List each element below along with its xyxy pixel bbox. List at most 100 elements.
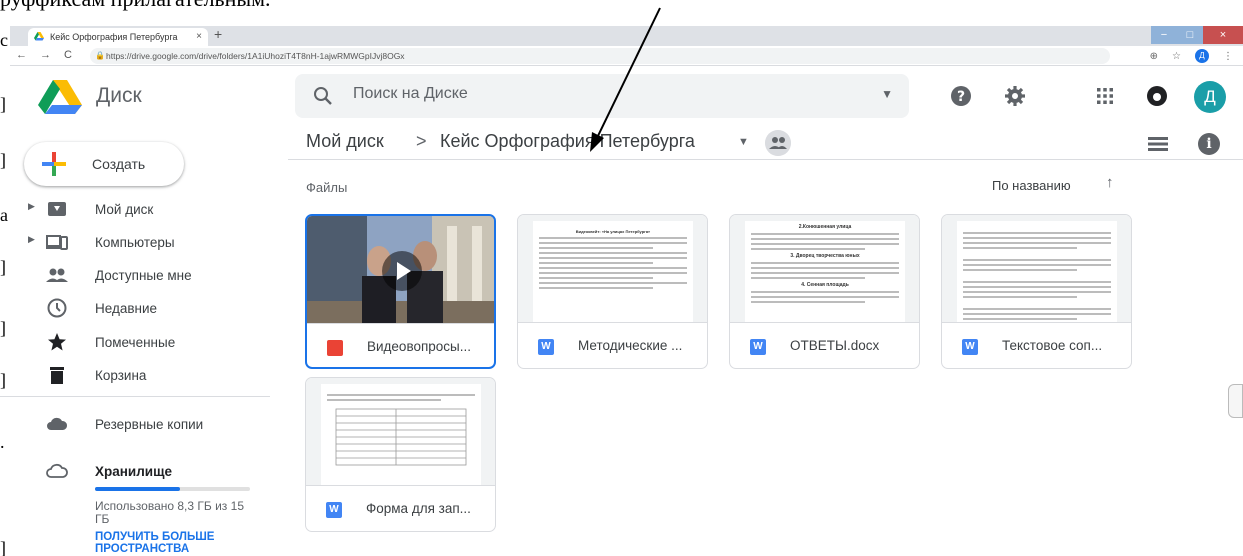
window-controls: − □ × bbox=[1151, 26, 1243, 44]
breadcrumb-separator: > bbox=[416, 131, 427, 151]
minimize-button[interactable]: − bbox=[1151, 26, 1177, 44]
sidebar-item-label: Хранилище bbox=[95, 464, 172, 479]
sidebar-item-my-drive[interactable]: ▶ Мой диск bbox=[0, 193, 270, 225]
file-name: Форма для зап... bbox=[366, 501, 471, 516]
video-file-icon bbox=[327, 340, 343, 356]
document-preview: Видеоквейт: «На улицах Петербурга» bbox=[533, 221, 693, 322]
screenshot-page: руффиксам прилагательным. с ] ] а ] ] ] … bbox=[0, 0, 1243, 556]
star-icon bbox=[48, 333, 66, 351]
file-card[interactable]: Видеовопросы... bbox=[305, 214, 496, 369]
clock-icon bbox=[47, 298, 67, 318]
document-margin-mark: ] bbox=[0, 538, 6, 556]
create-button-label: Создать bbox=[92, 156, 146, 172]
account-avatar[interactable]: Д bbox=[1194, 81, 1226, 113]
sort-direction-icon[interactable]: ↑ bbox=[1106, 174, 1114, 191]
apps-grid-icon[interactable] bbox=[1094, 85, 1116, 107]
cloud-outline-icon bbox=[46, 463, 68, 478]
file-card[interactable]: W Форма для зап... bbox=[305, 377, 496, 532]
document-preview: 2.Конюшенная улица 3. Дворец творчества … bbox=[745, 221, 905, 322]
browser-chrome: Кейс Орфография Петербурга × + − □ × ← →… bbox=[10, 26, 1243, 66]
close-window-button[interactable]: × bbox=[1203, 26, 1243, 44]
breadcrumb-root[interactable]: Мой диск bbox=[306, 131, 384, 152]
drive-favicon-icon bbox=[34, 32, 44, 41]
document-margin-mark: ] bbox=[0, 150, 6, 170]
list-view-icon[interactable] bbox=[1148, 136, 1168, 152]
document-preview-heading: 2.Конюшенная улица bbox=[798, 224, 852, 230]
shared-with-me-icon bbox=[46, 268, 68, 282]
shared-people-icon[interactable] bbox=[765, 130, 791, 156]
maximize-button[interactable]: □ bbox=[1177, 26, 1203, 44]
settings-gear-icon[interactable] bbox=[1004, 85, 1026, 107]
drive-brand-title[interactable]: Диск bbox=[96, 84, 142, 108]
notifications-icon[interactable] bbox=[1146, 85, 1168, 107]
help-icon[interactable]: ? bbox=[950, 85, 972, 107]
file-thumbnail: 2.Конюшенная улица 3. Дворец творчества … bbox=[730, 215, 919, 322]
sidebar-item-recent[interactable]: Недавние bbox=[0, 292, 270, 324]
get-more-storage-link[interactable]: ПОЛУЧИТЬ БОЛЬШЕ ПРОСТРАНСТВА bbox=[95, 531, 255, 555]
computers-icon bbox=[46, 235, 68, 250]
create-button[interactable]: Создать bbox=[24, 142, 184, 186]
svg-text:?: ? bbox=[957, 89, 965, 105]
info-icon[interactable]: i bbox=[1198, 133, 1220, 155]
sidebar-divider bbox=[0, 396, 270, 397]
address-bar-icons: ⊕ ☆ Д ⋮ bbox=[1150, 49, 1233, 63]
tab-close-icon[interactable]: × bbox=[196, 28, 202, 46]
document-preview bbox=[957, 221, 1117, 322]
new-tab-button[interactable]: + bbox=[214, 26, 222, 42]
sidebar-item-storage[interactable]: Хранилище bbox=[0, 455, 270, 487]
tab-bar: Кейс Орфография Петербурга × + − □ × bbox=[10, 26, 1243, 46]
sort-by-name-button[interactable]: По названию bbox=[992, 178, 1071, 193]
play-button-icon[interactable] bbox=[382, 251, 422, 291]
url-field[interactable]: 🔒 https://drive.google.com/drive/folders… bbox=[90, 48, 1110, 64]
storage-usage-fill bbox=[95, 487, 181, 491]
forward-button[interactable]: → bbox=[40, 49, 51, 61]
word-icon: W bbox=[962, 339, 978, 355]
search-input[interactable]: Поиск на Диске bbox=[353, 85, 468, 103]
file-name: Видеовопросы... bbox=[367, 339, 471, 354]
storage-usage-bar bbox=[95, 487, 250, 491]
address-bar-row: ← → C 🔒 https://drive.google.com/drive/f… bbox=[10, 46, 1243, 66]
profile-avatar[interactable]: Д bbox=[1195, 49, 1209, 63]
file-name: Текстовое соп... bbox=[1002, 338, 1103, 353]
files-section-label: Файлы bbox=[306, 180, 348, 195]
drive-logo-icon[interactable] bbox=[38, 80, 82, 114]
file-card-footer: W Текстовое соп... bbox=[942, 322, 1131, 368]
back-button[interactable]: ← bbox=[16, 49, 27, 61]
file-card[interactable]: 2.Конюшенная улица 3. Дворец творчества … bbox=[729, 214, 920, 369]
file-card-footer: W Методические ... bbox=[518, 322, 707, 368]
bookmark-star-icon[interactable]: ☆ bbox=[1172, 51, 1181, 62]
url-text: https://drive.google.com/drive/folders/1… bbox=[106, 51, 405, 61]
file-card-footer: W Форма для зап... bbox=[306, 485, 495, 531]
sidebar-item-backups[interactable]: Резервные копии bbox=[0, 408, 270, 440]
search-bar[interactable]: Поиск на Диске ▼ bbox=[295, 74, 909, 118]
word-icon: W bbox=[326, 502, 342, 518]
sidebar-item-computers[interactable]: ▶ Компьютеры bbox=[0, 226, 270, 258]
browser-menu-icon[interactable]: ⋮ bbox=[1223, 51, 1233, 62]
document-preview-heading: 3. Дворец творчества юных bbox=[790, 253, 860, 259]
search-options-icon[interactable]: ▼ bbox=[881, 87, 893, 101]
breadcrumb-current-folder[interactable]: Кейс Орфография Петербурга bbox=[440, 131, 695, 152]
file-name: Методические ... bbox=[578, 338, 683, 353]
expand-arrow-icon[interactable]: ▶ bbox=[28, 234, 35, 245]
sidebar-item-shared-with-me[interactable]: Доступные мне bbox=[0, 259, 270, 291]
sidebar-item-starred[interactable]: Помеченные bbox=[0, 326, 270, 358]
header-divider bbox=[288, 159, 1243, 160]
browser-tab[interactable]: Кейс Орфография Петербурга × bbox=[28, 28, 208, 46]
zoom-icon[interactable]: ⊕ bbox=[1150, 51, 1158, 62]
expand-arrow-icon[interactable]: ▶ bbox=[28, 201, 35, 212]
file-thumbnail bbox=[306, 378, 495, 485]
my-drive-icon bbox=[48, 202, 66, 216]
cloud-filled-icon bbox=[47, 417, 68, 430]
file-card[interactable]: W Текстовое соп... bbox=[941, 214, 1132, 369]
document-text-fragment: руффиксам прилагательным. bbox=[0, 0, 271, 12]
sidebar-item-trash[interactable]: Корзина bbox=[0, 359, 270, 391]
document-preview-heading: 4. Сенная площадь bbox=[801, 282, 849, 288]
folder-menu-caret-icon[interactable]: ▼ bbox=[738, 136, 749, 148]
file-thumbnail bbox=[307, 216, 494, 323]
tab-title: Кейс Орфография Петербурга bbox=[50, 32, 178, 42]
file-card[interactable]: Видеоквейт: «На улицах Петербурга» W Мет… bbox=[517, 214, 708, 369]
side-panel-toggle[interactable] bbox=[1228, 384, 1243, 418]
reload-button[interactable]: C bbox=[64, 49, 72, 61]
file-card-footer: Видеовопросы... bbox=[307, 323, 494, 367]
search-icon[interactable] bbox=[313, 86, 333, 106]
